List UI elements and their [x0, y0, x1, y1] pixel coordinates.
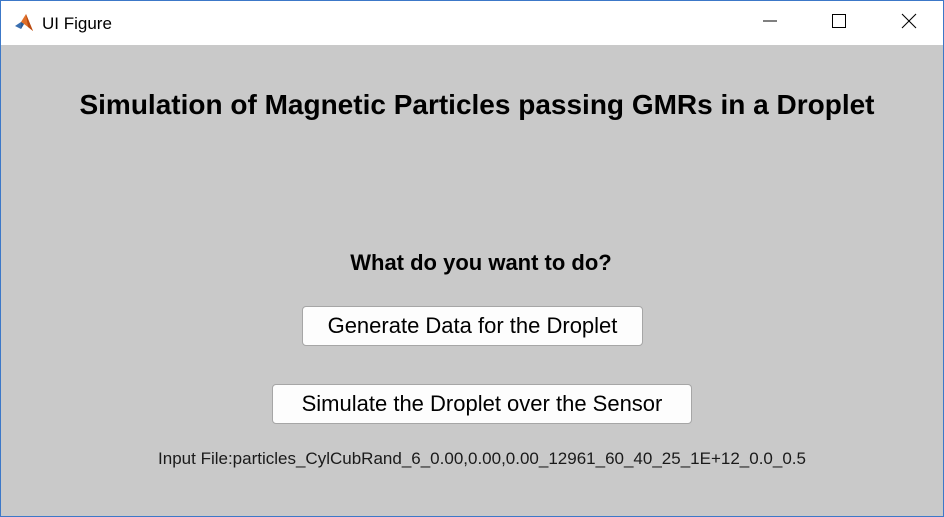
minimize-icon — [762, 13, 778, 34]
page-title: Simulation of Magnetic Particles passing… — [79, 89, 875, 120]
input-file-label: Input File:particles_CylCubRand_6_0.00,0… — [158, 449, 806, 468]
figure-content: Simulation of Magnetic Particles passing… — [1, 45, 943, 516]
window-title: UI Figure — [42, 14, 112, 33]
prompt-label: What do you want to do? — [350, 250, 612, 275]
close-icon — [901, 13, 917, 34]
close-button[interactable] — [886, 1, 932, 45]
matlab-icon — [13, 12, 35, 34]
generate-data-button[interactable]: Generate Data for the Droplet — [302, 306, 643, 346]
app-window: UI Figure Simulation of Magnetic Particl… — [0, 0, 944, 517]
title-bar[interactable]: UI Figure — [1, 1, 943, 45]
minimize-button[interactable] — [747, 1, 793, 45]
simulate-droplet-button[interactable]: Simulate the Droplet over the Sensor — [272, 384, 692, 424]
maximize-icon — [831, 13, 847, 34]
maximize-button[interactable] — [816, 1, 862, 45]
